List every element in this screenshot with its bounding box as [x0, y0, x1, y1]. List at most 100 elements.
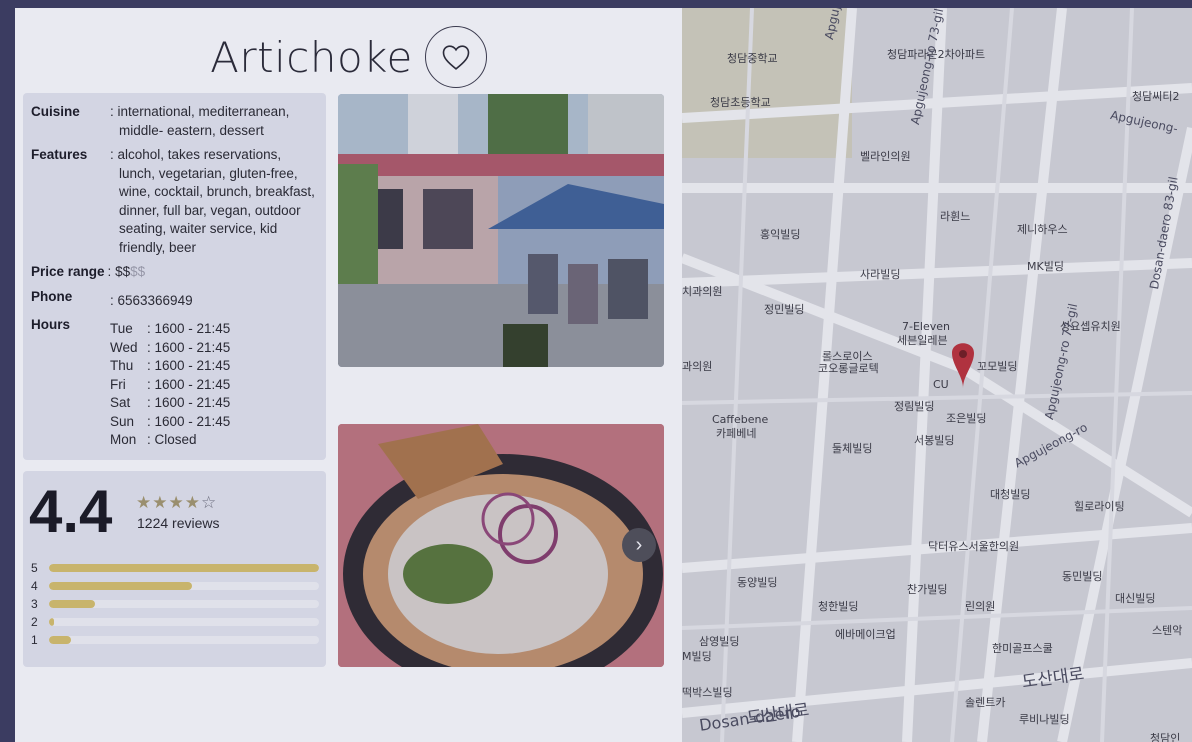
map-label: 떡박스빌딩 — [682, 686, 733, 699]
rating-bar-track — [49, 582, 319, 590]
map-label: 치과의원 — [682, 285, 723, 298]
map-label: 라휜느 — [940, 210, 971, 223]
map-label: 한미골프스쿨 — [992, 642, 1053, 655]
rating-bar-track — [49, 636, 319, 644]
map-label: 에바메이크업 — [835, 628, 896, 641]
chevron-right-icon: › — [635, 533, 643, 556]
review-count: 1224 reviews — [137, 515, 220, 531]
rating-bar-1: 1 — [31, 633, 319, 647]
stars-empty: ☆ — [200, 493, 218, 512]
map-label: 대청빌딩 — [990, 488, 1031, 501]
hours-row-sun: Sun : 1600 - 21:45 — [110, 413, 230, 432]
hours-day: Tue — [110, 321, 133, 336]
rating-bar-track — [49, 600, 319, 608]
hours-table: Tue: 1600 - 21:45 Wed: 1600 - 21:45 Thu: 1… — [110, 320, 230, 450]
hours-time: : 1600 - 21:45 — [147, 339, 231, 355]
rating-bar-fill — [49, 636, 71, 644]
hours-row-wed: Wed: 1600 - 21:45 — [110, 339, 230, 358]
rating-bar-track — [49, 564, 319, 572]
heart-outline-icon — [442, 45, 470, 70]
info-card: Cuisine : international, mediterranean, … — [23, 93, 326, 460]
hours-day: Mon — [110, 432, 137, 447]
photo-exterior-image — [338, 94, 664, 367]
rating-bar-fill — [49, 564, 319, 572]
features-label: Features — [31, 147, 88, 162]
rating-score: 4.4 — [29, 478, 113, 545]
hours-day: Sun — [110, 413, 135, 429]
restaurant-photo-exterior[interactable] — [338, 94, 664, 367]
price-row: Price range : $$$$ — [31, 263, 318, 282]
photo-dish-image — [338, 424, 664, 667]
map-label: 둘체빌딩 — [832, 442, 873, 455]
rating-bar-fill — [49, 600, 95, 608]
map-label: 홍익빌딩 — [760, 228, 801, 241]
map-view[interactable]: 청담중학교 청담파라곤2차아파트 청담초등학교 청담씨티2 Apgujeong-ro 7… — [682, 8, 1192, 742]
price-value: : $$$$ — [108, 263, 146, 282]
map-label: 루비나빌딩 — [1019, 713, 1070, 726]
map-label: 정민빌딩 — [764, 303, 805, 316]
hours-row: Hours Tue: 1600 - 21:45 Wed: 1600 - 21:45… — [31, 316, 318, 450]
rating-bar-4: 4 — [31, 579, 319, 593]
hours-time: : 1600 - 21:45 — [147, 358, 231, 373]
rating-bar-track — [49, 618, 319, 626]
map-label: M빌딩 — [682, 650, 712, 663]
rating-bar-label: 4 — [31, 579, 38, 593]
rating-card: 4.4 ★★★★☆ 1224 reviews 5 4 3 2 1 — [23, 471, 326, 667]
map-label: 솔렌트카 — [965, 696, 1006, 709]
map-label: 동양빌딩 — [737, 576, 778, 589]
phone-value: : 6563366949 — [110, 292, 193, 308]
map-label: 조은빌딩 — [946, 412, 987, 425]
map-label: 벨라인의원 — [860, 150, 911, 163]
map-label: 대신빌딩 — [1115, 592, 1156, 605]
hours-day: Fri — [110, 376, 126, 392]
restaurant-photo-dish[interactable] — [338, 424, 664, 667]
map-label: 린의원 — [965, 600, 996, 613]
rating-bar-2: 2 — [31, 615, 319, 629]
hours-time: : 1600 - 21:45 — [147, 395, 231, 410]
map-label: 꼬모빌딩 — [977, 360, 1018, 373]
hours-time: : 1600 - 21:45 — [147, 376, 231, 392]
rating-bar-3: 3 — [31, 597, 319, 611]
hours-row-sat: Sat : 1600 - 21:45 — [110, 394, 230, 413]
restaurant-name: Artichoke — [210, 32, 413, 82]
cuisine-row: Cuisine : international, mediterranean, … — [31, 103, 318, 140]
hours-time: : 1600 - 21:45 — [147, 321, 231, 336]
restaurant-info-pane: Artichoke Cuisine : international, medit… — [15, 8, 682, 742]
map-label: 찬가빌딩 — [907, 583, 948, 596]
map-label: 청담초등학교 — [710, 96, 771, 109]
map-label: 정림빌딩 — [894, 400, 935, 413]
map-label: 세븐일레븐 — [897, 334, 948, 347]
map-label: CU — [933, 378, 949, 391]
map-label: 청담중학교 — [727, 52, 778, 65]
hours-label: Hours — [31, 317, 71, 332]
map-label: 청담인 — [1150, 732, 1181, 742]
map-label: 서봉빌딩 — [914, 434, 955, 447]
rating-bar-label: 5 — [31, 561, 38, 575]
phone-row: Phone : 6563366949 — [31, 288, 318, 311]
hours-time: : 1600 - 21:45 — [147, 413, 231, 429]
stars-filled: ★★★★ — [136, 493, 201, 512]
map-label: 제니하우스 — [1017, 223, 1068, 236]
price-label: Price range — [31, 264, 105, 279]
hours-day: Sat — [110, 395, 131, 410]
next-photo-button[interactable]: › — [622, 528, 656, 562]
map-label: 사라빌딩 — [860, 268, 901, 281]
map-label: 청한빌딩 — [818, 600, 859, 613]
hours-day: Thu — [110, 358, 134, 373]
map-label: 코오롱글로텍 — [818, 362, 879, 375]
cuisine-value: : international, mediterranean, middle- … — [110, 104, 290, 138]
rating-bar-label: 2 — [31, 615, 38, 629]
hours-row-tue: Tue : 1600 - 21:45 — [110, 320, 230, 339]
rating-bar-5: 5 — [31, 561, 319, 575]
hours-time: : Closed — [147, 432, 197, 447]
title-row: Artichoke — [15, 22, 682, 92]
favorite-button[interactable] — [424, 26, 487, 88]
map-label: 힐로라이팅 — [1074, 500, 1125, 513]
price-colon: : — [107, 264, 112, 279]
hours-row-thu: Thu : 1600 - 21:45 — [110, 357, 230, 376]
map-label: 삼영빌딩 — [699, 635, 740, 648]
map-label: MK빌딩 — [1027, 260, 1064, 273]
features-value: : alcohol, takes reservations, lunch, ve… — [110, 147, 315, 255]
rating-bar-fill — [49, 582, 193, 590]
price-active: $$ — [115, 264, 131, 279]
